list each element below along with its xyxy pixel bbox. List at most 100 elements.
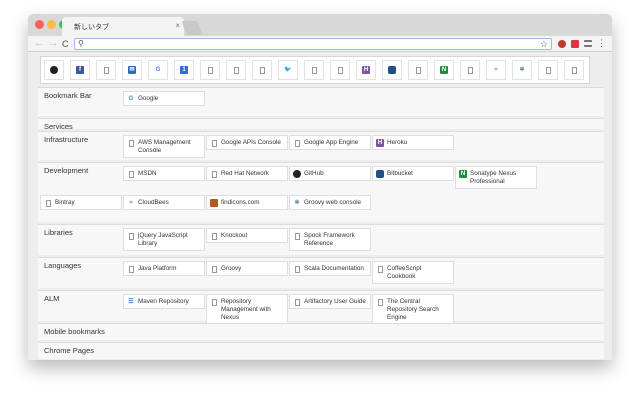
page-icon [294, 139, 300, 147]
bookmark-title: CloudBees [138, 199, 169, 206]
bookmark-card[interactable]: MSDN [123, 166, 205, 181]
bookmark-title: Bintray [55, 199, 75, 206]
top-site-tile[interactable]: H [356, 60, 376, 80]
bookmark-title: Repository Management with Nexus [221, 298, 271, 321]
folder-label: Mobile bookmarks [44, 327, 105, 336]
bookmark-title: Heroku [387, 139, 408, 146]
bookmark-card[interactable]: GitHub [289, 166, 371, 181]
page-icon [211, 139, 217, 147]
bookmark-star-icon[interactable]: ☆ [540, 39, 548, 49]
browser-toolbar: ← → C ⚲ ☆ ⋮ [28, 36, 612, 52]
bookmark-favicon: ✲ [293, 199, 301, 207]
bookmark-card[interactable]: ≈ CloudBees [123, 195, 205, 210]
bookmark-card[interactable]: AWS Management Console [123, 135, 205, 158]
red-extension-icon[interactable] [571, 40, 579, 48]
bookmark-card[interactable]: Bitbucket [372, 166, 454, 181]
bookmark-folder[interactable]: Development MSDN Red Hat Network GitHub Bitb… [38, 162, 604, 222]
top-site-tile[interactable]: N [434, 60, 454, 80]
top-site-tile[interactable] [304, 60, 324, 80]
calendar-icon: 1 [180, 66, 188, 74]
bookmark-favicon: ☰ [127, 298, 135, 306]
bookmark-card[interactable]: findicons.com [206, 195, 288, 210]
reload-icon[interactable]: C [62, 38, 69, 50]
bookmark-card[interactable]: N Sonatype Nexus Professional [455, 166, 537, 189]
forward-icon[interactable]: → [48, 38, 58, 50]
folder-label: ALM [44, 294, 60, 303]
top-site-tile[interactable] [564, 60, 584, 80]
bookmark-folder[interactable]: Libraries jQuery JavaScript Library Knocko… [38, 224, 604, 255]
page-icon [45, 199, 51, 207]
top-site-tile[interactable] [460, 60, 480, 80]
bookmark-card[interactable]: Google APIs Console [206, 135, 288, 150]
bookmark-favicon [127, 170, 135, 178]
bookmark-card[interactable]: Spock Framework Reference [289, 228, 371, 251]
bookmark-card[interactable]: CoffeeScript Cookbook [372, 261, 454, 284]
top-site-tile[interactable] [252, 60, 272, 80]
folder-label: Chrome Pages [44, 346, 95, 355]
tab-new-tab[interactable]: 新しいタブ × [62, 17, 184, 36]
tab-title: 新しいタブ [74, 24, 109, 31]
shield-extension-icon[interactable] [558, 40, 566, 48]
top-site-tile[interactable]: 🐦 [278, 60, 298, 80]
top-site-tile[interactable] [96, 60, 116, 80]
bookmark-favicon: G [127, 95, 135, 103]
cloudbees-icon: ≈ [127, 199, 135, 207]
top-site-tile[interactable]: ≈ [486, 60, 506, 80]
bookmark-folder[interactable]: Chrome Pages [38, 342, 604, 359]
bookmark-card[interactable]: Java Platform [123, 261, 205, 276]
top-site-tile[interactable]: ✲ [512, 60, 532, 80]
top-site-tile[interactable] [44, 60, 64, 80]
bookmark-card[interactable]: Google App Engine [289, 135, 371, 150]
top-site-tile[interactable]: 1 [174, 60, 194, 80]
bookmark-title: Google APIs Console [221, 139, 281, 146]
bookmark-title: Java Platform [138, 265, 177, 272]
bookmark-folder[interactable]: Mobile bookmarks [38, 323, 604, 340]
bookmark-folder[interactable]: Services [38, 118, 604, 131]
bookmark-card[interactable]: Bintray [40, 195, 122, 210]
bookmark-favicon [127, 265, 135, 273]
menu-icon[interactable]: ⋮ [597, 39, 606, 48]
top-site-tile[interactable] [330, 60, 350, 80]
bookmark-card[interactable]: The Central Repository Search Engine [372, 294, 454, 325]
stack-extension-icon[interactable] [584, 40, 592, 47]
bookmark-title: Maven Repository [138, 298, 189, 305]
title-bar: 新しいタブ × [28, 14, 612, 36]
bookmark-card[interactable]: Red Hat Network [206, 166, 288, 181]
top-site-tile[interactable] [200, 60, 220, 80]
page-icon [128, 139, 134, 147]
bookmark-card[interactable]: ☰ Maven Repository [123, 294, 205, 309]
top-site-tile[interactable] [226, 60, 246, 80]
top-site-tile[interactable] [408, 60, 428, 80]
bookmark-favicon [293, 170, 301, 178]
bookmark-card[interactable]: Repository Management with Nexus [206, 294, 288, 325]
page-icon [233, 66, 239, 74]
top-site-tile[interactable]: G [148, 60, 168, 80]
bookmark-folder[interactable]: Bookmark Bar G Google [38, 87, 604, 116]
back-icon[interactable]: ← [34, 38, 44, 50]
bookmark-card[interactable]: ✲ Groovy web console [289, 195, 371, 210]
page-icon [337, 66, 343, 74]
address-bar[interactable]: ⚲ ☆ [74, 38, 552, 50]
new-tab-button[interactable] [181, 21, 203, 35]
top-site-tile[interactable] [538, 60, 558, 80]
bookmark-card[interactable]: G Google [123, 91, 205, 106]
bookmark-card[interactable]: H Heroku [372, 135, 454, 150]
bookmark-card[interactable]: jQuery JavaScript Library [123, 228, 205, 251]
close-window-button[interactable] [35, 20, 44, 29]
bookmark-card[interactable]: Groovy [206, 261, 288, 276]
bookmark-folder[interactable]: Languages Java Platform Groovy Scala Docume… [38, 257, 604, 288]
top-site-tile[interactable]: f [70, 60, 90, 80]
bookmark-favicon [127, 232, 135, 240]
page-icon [211, 170, 217, 178]
bookmark-folder[interactable]: Infrastructure AWS Management Console Goog… [38, 131, 604, 160]
top-site-tile[interactable] [382, 60, 402, 80]
tab-close-icon[interactable]: × [175, 21, 180, 30]
bookmark-card[interactable]: Artifactory User Guide [289, 294, 371, 309]
bookmark-title: GitHub [304, 170, 324, 177]
bookmark-card[interactable]: Scala Documentation [289, 261, 371, 276]
minimize-window-button[interactable] [47, 20, 56, 29]
twitter-icon: 🐦 [284, 66, 292, 74]
top-site-tile[interactable]: ✉ [122, 60, 142, 80]
bookmark-card[interactable]: Knockout [206, 228, 288, 243]
bookmark-folder[interactable]: ALM ☰ Maven Repository Repository Managemen… [38, 290, 604, 325]
